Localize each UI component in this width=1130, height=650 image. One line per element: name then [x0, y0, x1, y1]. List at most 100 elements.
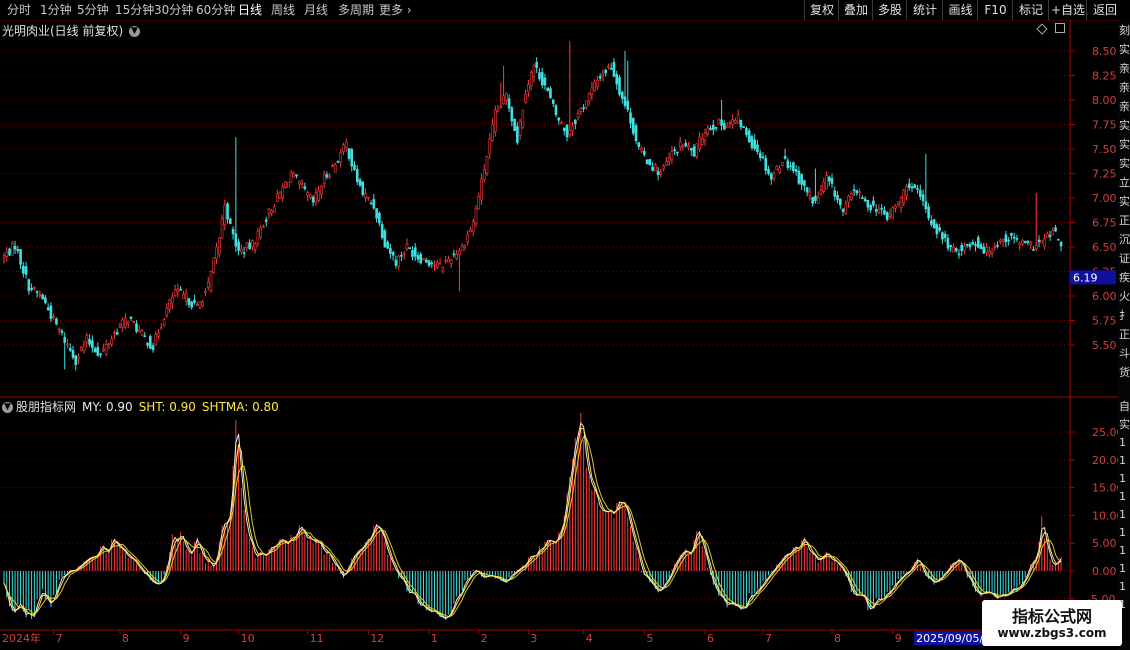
candle-body — [847, 195, 850, 203]
candle-body — [220, 217, 224, 239]
month-label: 9 — [895, 632, 902, 645]
candle-body — [756, 144, 759, 153]
candle-body — [850, 192, 853, 200]
candle-body — [1004, 234, 1008, 243]
candle-body — [924, 201, 928, 210]
candle-body — [946, 238, 950, 249]
candle-body — [700, 137, 704, 145]
candle-body — [557, 117, 561, 121]
candle-body — [1054, 227, 1057, 232]
candle-body — [620, 91, 624, 99]
candle-body — [979, 244, 983, 250]
candle-body — [582, 107, 585, 109]
candle-body — [176, 288, 180, 292]
candle-body — [681, 145, 685, 148]
candle-body — [275, 193, 279, 202]
candle-body — [538, 72, 541, 80]
candle-body — [626, 100, 630, 110]
candle-body — [731, 119, 734, 125]
candle-body — [482, 169, 486, 181]
candle-body — [772, 173, 776, 179]
candle-body — [604, 69, 607, 74]
candle-body — [262, 226, 265, 228]
candle-body — [551, 99, 555, 104]
right-strip-glyph: 1 — [1119, 472, 1126, 485]
candle-body — [397, 255, 400, 267]
candle-body — [386, 241, 389, 249]
candle-body — [322, 174, 326, 184]
candle-body — [540, 71, 544, 86]
candle-body — [240, 248, 243, 252]
candle-body — [248, 242, 251, 249]
candle-body — [869, 204, 872, 211]
candle-body — [723, 123, 726, 130]
watermark-logo: 指标公式网 www.zbgs3.com — [982, 600, 1122, 646]
candle-body — [993, 246, 997, 248]
month-label: 4 — [586, 632, 593, 645]
right-strip-glyph: 实 — [1119, 195, 1130, 208]
right-strip-glyph: 证 — [1119, 252, 1130, 265]
candle-body — [375, 208, 378, 219]
right-strip-glyph: 斗 — [1119, 347, 1130, 360]
price-tick-label: 8.00 — [1092, 94, 1117, 107]
candle-body — [57, 328, 61, 331]
month-label: 10 — [241, 632, 255, 645]
candle-body — [438, 262, 442, 265]
right-strip-glyph: 实 — [1119, 43, 1130, 56]
candle-body — [1007, 239, 1010, 242]
candle-body — [725, 125, 729, 129]
candle-body — [187, 298, 191, 306]
candle-body — [891, 207, 895, 219]
candle-body — [596, 79, 599, 88]
candle-body — [714, 126, 718, 129]
candle-body — [819, 190, 823, 195]
candle-body — [242, 252, 246, 254]
candle-body — [516, 126, 519, 143]
candle-body — [68, 347, 72, 351]
candle-body — [369, 202, 373, 205]
chart-canvas[interactable]: 5.505.756.006.256.506.757.007.257.507.75… — [0, 0, 1130, 650]
candle-body — [736, 114, 740, 124]
candle-body — [767, 168, 770, 174]
price-tick-label: 7.00 — [1092, 192, 1117, 205]
candle-body — [949, 244, 952, 247]
right-strip-glyph: 实 — [1119, 119, 1130, 132]
candle-body — [954, 248, 958, 252]
candle-body — [306, 192, 309, 196]
candle-body — [5, 251, 9, 257]
candle-body — [391, 252, 395, 256]
candle-body — [358, 179, 362, 186]
candle-body — [717, 119, 721, 125]
candle-body — [943, 233, 947, 238]
right-strip-glyph: 实 — [1119, 157, 1130, 170]
candle-body — [549, 88, 552, 99]
candle-body — [532, 65, 536, 78]
candles-group — [2, 41, 1063, 371]
candle-body — [367, 196, 370, 199]
candle-body — [521, 109, 525, 128]
month-label: 8 — [122, 632, 129, 645]
candle-body — [775, 166, 779, 171]
price-tick-label: 5.50 — [1092, 339, 1117, 352]
month-label: 11 — [310, 632, 324, 645]
month-label: 7 — [765, 632, 772, 645]
chevron-down-icon[interactable]: ▼ — [2, 402, 13, 413]
candle-body — [325, 174, 329, 178]
candle-body — [413, 247, 417, 257]
candle-body — [267, 208, 271, 214]
candle-body — [651, 166, 654, 171]
candle-body — [372, 199, 376, 209]
candle-body — [320, 185, 323, 195]
right-strip-glyph: 1 — [1119, 436, 1126, 449]
candle-body — [182, 293, 185, 299]
candle-body — [394, 259, 398, 266]
candle-body — [24, 266, 28, 275]
right-strip-glyph: 疾 — [1119, 271, 1130, 284]
candle-body — [60, 330, 64, 333]
candle-body — [513, 118, 516, 131]
right-strip-glyph: 1 — [1119, 508, 1126, 521]
candle-body — [314, 192, 318, 203]
watermark-url: www.zbgs3.com — [997, 626, 1107, 640]
candle-body — [480, 178, 483, 201]
candle-body — [769, 173, 773, 180]
